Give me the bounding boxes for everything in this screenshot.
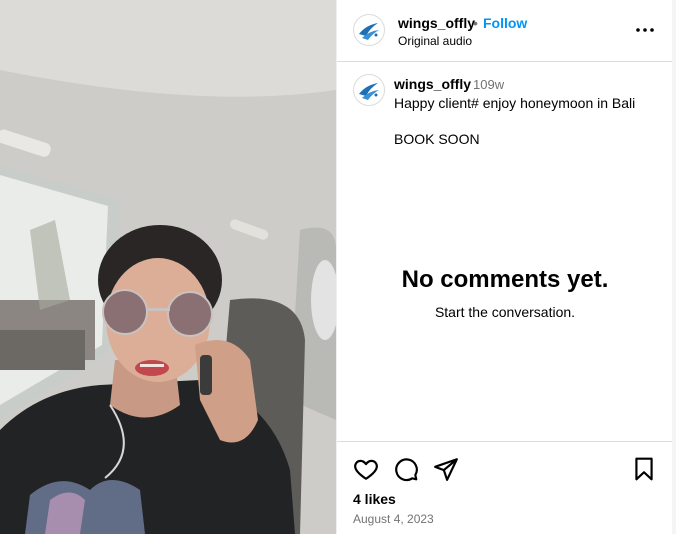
caption-text-cta: BOOK SOON (394, 131, 480, 147)
separator-dot: • (473, 15, 478, 31)
post-actions: 4 likes August 4, 2023 (337, 441, 673, 534)
caption-avatar[interactable] (353, 74, 385, 106)
bookmark-icon (635, 457, 653, 481)
caption-text: Happy client# enjoy honeymoon in Bali (394, 95, 636, 111)
post-caption: wings_offly 109w Happy client# enjoy hon… (337, 62, 673, 172)
share-icon (434, 458, 458, 481)
like-button[interactable] (353, 456, 379, 482)
post-date[interactable]: August 4, 2023 (353, 512, 434, 526)
author-avatar[interactable] (353, 14, 385, 46)
likes-count[interactable]: 4 likes (353, 491, 396, 507)
no-comments-subtitle: Start the conversation. (434, 304, 576, 320)
comment-icon (395, 458, 418, 482)
more-options-button[interactable] (633, 20, 657, 40)
video-frame (0, 0, 336, 534)
share-button[interactable] (433, 456, 459, 482)
post-video[interactable] (0, 0, 336, 534)
save-button[interactable] (631, 456, 657, 482)
post-header: wings_offly • Follow Original audio (337, 0, 673, 62)
follow-button[interactable]: Follow (483, 15, 527, 31)
scroll-edge (672, 0, 676, 534)
heart-icon (354, 459, 378, 480)
wings-logo-icon (356, 17, 382, 43)
wings-logo-icon (356, 77, 382, 103)
more-options-icon (636, 28, 654, 32)
audio-label[interactable]: Original audio (398, 34, 472, 48)
caption-username[interactable]: wings_offly (394, 76, 471, 92)
author-username[interactable]: wings_offly (398, 15, 475, 31)
post-details-panel: wings_offly • Follow Original audio wing… (336, 0, 673, 534)
comment-button[interactable] (393, 456, 419, 482)
caption-time[interactable]: 109w (473, 77, 504, 92)
no-comments-title: No comments yet. (401, 266, 609, 293)
